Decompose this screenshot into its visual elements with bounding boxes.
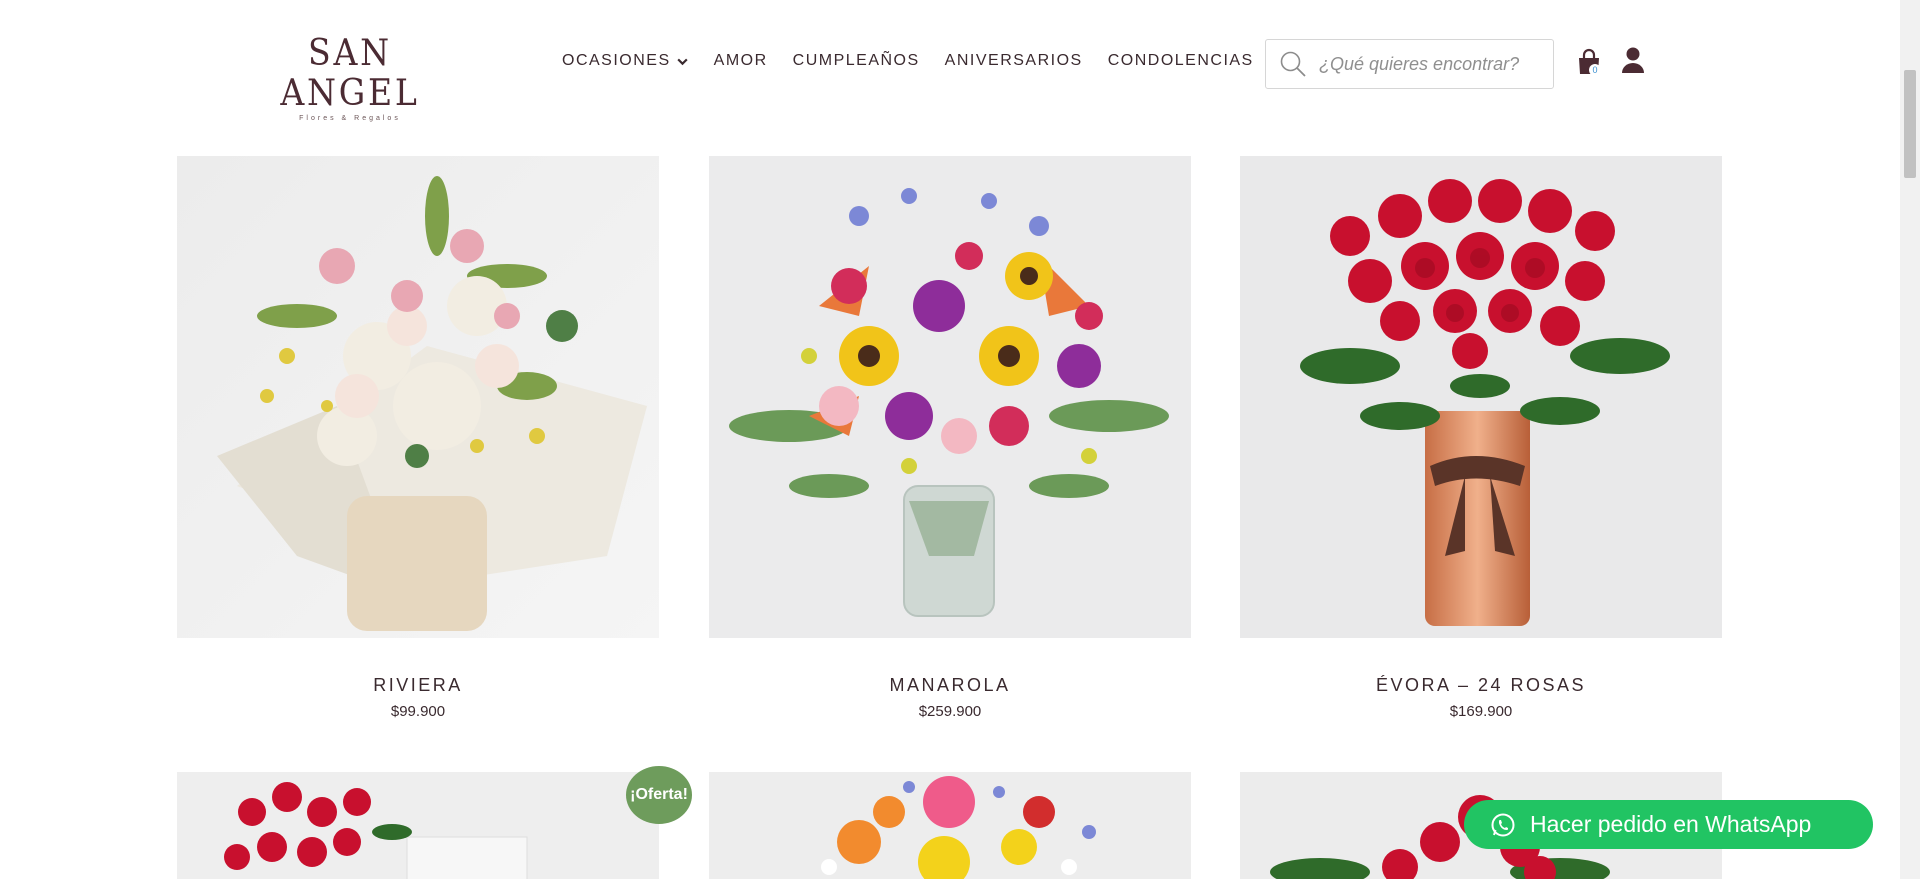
product-price: $259.900 — [918, 703, 982, 720]
nav-item-condolencias[interactable]: CONDOLENCIAS — [1108, 52, 1254, 70]
product-name[interactable]: MANAROLA — [709, 675, 1191, 696]
site-logo[interactable]: SAN ANGEL Flores & Regalos — [245, 34, 455, 123]
nav-item-amor[interactable]: AMOR — [714, 52, 768, 70]
product-card-manarola[interactable]: MANAROLA $259.900 — [709, 156, 1191, 720]
search-icon[interactable] — [1279, 50, 1307, 78]
whatsapp-order-button[interactable]: Hacer pedido en WhatsApp — [1464, 800, 1873, 849]
product-image[interactable] — [709, 156, 1191, 638]
logo-text: SAN ANGEL — [280, 33, 420, 114]
site-header: SAN ANGEL Flores & Regalos OCASIONES AMO… — [0, 0, 1900, 123]
chevron-down-icon — [677, 58, 688, 65]
logo-tagline: Flores & Regalos — [299, 115, 401, 122]
nav-item-cumpleanos[interactable]: CUMPLEAÑOS — [793, 52, 920, 70]
nav-item-aniversarios[interactable]: ANIVERSARIOS — [945, 52, 1083, 70]
product-image[interactable] — [709, 772, 1191, 879]
product-card[interactable] — [709, 772, 1191, 879]
nav-item-label: AMOR — [713, 52, 768, 69]
cart-button[interactable]: 0 — [1576, 48, 1602, 78]
product-name[interactable]: RIVIERA — [177, 675, 659, 696]
bouquet-illustration — [709, 772, 1191, 879]
nav-item-label: ANIVERSARIOS — [944, 52, 1083, 69]
user-icon — [1622, 47, 1644, 73]
nav-item-label: CONDOLENCIAS — [1107, 52, 1254, 69]
product-card[interactable] — [177, 772, 659, 879]
main-nav: OCASIONES AMOR CUMPLEAÑOS ANIVERSARIOS C… — [562, 52, 1279, 70]
scrollbar-thumb[interactable] — [1904, 70, 1916, 178]
bouquet-illustration — [709, 156, 1191, 638]
account-button[interactable] — [1620, 46, 1646, 76]
search-box — [1265, 39, 1554, 89]
product-image[interactable] — [1240, 156, 1722, 638]
product-name[interactable]: ÉVORA – 24 ROSAS — [1240, 675, 1722, 696]
product-price: $99.900 — [390, 703, 446, 720]
bouquet-illustration — [177, 156, 659, 638]
product-card-evora[interactable]: ÉVORA – 24 ROSAS $169.900 — [1240, 156, 1722, 720]
whatsapp-icon — [1491, 813, 1515, 836]
search-input[interactable] — [1319, 53, 1544, 75]
nav-item-ocasiones[interactable]: OCASIONES — [562, 52, 689, 70]
product-card-riviera[interactable]: RIVIERA $99.900 — [177, 156, 659, 720]
bouquet-illustration — [177, 772, 659, 879]
nav-item-label: CUMPLEAÑOS — [792, 52, 920, 69]
whatsapp-button-label: Hacer pedido en WhatsApp — [1530, 811, 1812, 837]
sale-badge: ¡Oferta! — [626, 766, 692, 824]
product-image[interactable] — [177, 156, 659, 638]
product-price: $169.900 — [1449, 703, 1513, 720]
nav-item-label: OCASIONES — [562, 52, 671, 69]
cart-count-badge: 0 — [1589, 64, 1601, 76]
product-image[interactable] — [177, 772, 659, 879]
bouquet-illustration — [1240, 156, 1722, 638]
page-scrollbar[interactable] — [1900, 0, 1920, 879]
